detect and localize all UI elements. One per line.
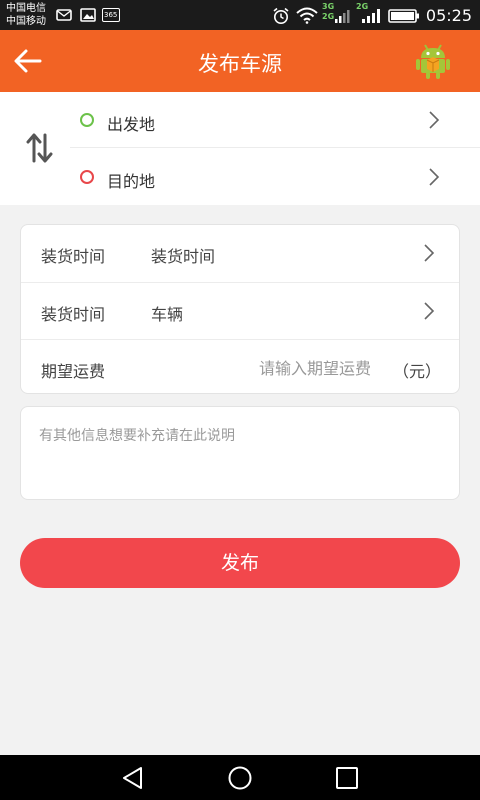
- details-form: 装货时间 装货时间 装货时间 车辆 期望运费 （元）: [20, 224, 460, 394]
- destination-dot-icon: [80, 170, 94, 184]
- image-icon: [80, 8, 96, 22]
- vehicle-row-label: 装货时间: [41, 305, 106, 324]
- page-title: 发布车源: [198, 52, 282, 76]
- origin-label: 出发地: [107, 115, 156, 134]
- chevron-right-icon: [424, 302, 435, 320]
- expected-fee-row: 期望运费 （元）: [21, 339, 459, 395]
- chevron-right-icon: [429, 168, 440, 186]
- nav-recents-icon[interactable]: [334, 765, 360, 791]
- nav-back-icon[interactable]: [120, 765, 146, 791]
- fee-unit: （元）: [392, 362, 441, 381]
- origin-dot-icon: [80, 113, 94, 127]
- loading-time-label: 装货时间: [41, 247, 106, 266]
- calendar-365-text: 365: [104, 11, 118, 19]
- battery-icon: [388, 9, 419, 23]
- network-type-bottom: 2G: [322, 12, 335, 21]
- chevron-right-icon: [424, 244, 435, 262]
- vehicle-row[interactable]: 装货时间 车辆: [21, 282, 459, 338]
- android-icon[interactable]: [416, 42, 450, 80]
- system-nav-bar: [0, 755, 480, 800]
- app-header: 发布车源: [0, 30, 480, 92]
- carrier-names: 中国电信 中国移动: [6, 2, 46, 28]
- origin-row[interactable]: 出发地: [70, 92, 480, 148]
- notes-card: [20, 406, 460, 500]
- expected-fee-label: 期望运费: [41, 362, 106, 381]
- network-type-sim1: 3G 2G: [322, 2, 334, 22]
- swap-arrows-icon[interactable]: [24, 132, 54, 164]
- publish-button[interactable]: 发布: [20, 538, 460, 588]
- carrier-2: 中国移动: [6, 16, 46, 27]
- chevron-right-icon: [429, 111, 440, 129]
- calendar-365-icon: 365: [102, 8, 120, 22]
- vehicle-value: 车辆: [151, 305, 184, 324]
- loading-time-value: 装货时间: [151, 247, 216, 266]
- status-bar: 中国电信 中国移动 365 3G 2G 2G 05:25: [0, 0, 480, 30]
- signal-icon-sim1: [335, 10, 350, 23]
- clock: 05:25: [425, 6, 472, 25]
- wifi-icon: [296, 7, 318, 24]
- signal-icon-sim2: [362, 9, 380, 23]
- notes-textarea[interactable]: [39, 425, 439, 485]
- network-type-top: 3G: [322, 2, 335, 11]
- destination-label: 目的地: [107, 172, 156, 191]
- alarm-icon: [273, 7, 289, 24]
- mail-icon: [56, 9, 72, 21]
- carrier-1: 中国电信: [6, 3, 46, 14]
- route-section: 出发地 目的地: [0, 92, 480, 205]
- nav-home-icon[interactable]: [227, 765, 253, 791]
- loading-time-row[interactable]: 装货时间 装货时间: [21, 225, 459, 281]
- expected-fee-input[interactable]: [211, 354, 371, 382]
- destination-row[interactable]: 目的地: [70, 149, 480, 205]
